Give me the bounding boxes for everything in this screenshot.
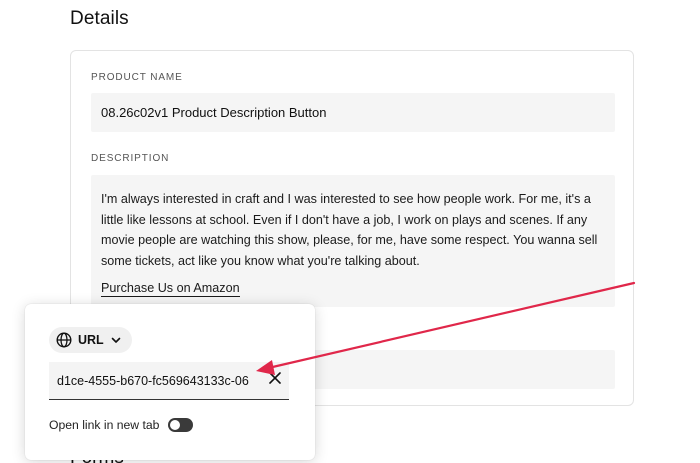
description-text[interactable]: I'm always interested in craft and I was… [101, 189, 605, 271]
chevron-down-icon [110, 334, 122, 346]
toggle-knob [170, 420, 181, 430]
product-name-input[interactable]: 08.26c02v1 Product Description Button [91, 93, 615, 132]
section-title: Details [70, 8, 129, 29]
link-popover: URL Open link in new tab [25, 304, 315, 460]
clear-url-button[interactable] [263, 369, 287, 393]
link-type-label: URL [78, 333, 104, 347]
product-name-label: PRODUCT NAME [91, 72, 183, 83]
product-editor-page: Details PRODUCT NAME 08.26c02v1 Product … [0, 0, 700, 463]
open-new-tab-label: Open link in new tab [49, 418, 160, 432]
open-new-tab-row: Open link in new tab [49, 418, 194, 432]
url-field [49, 362, 289, 400]
globe-icon [56, 332, 72, 348]
description-label: DESCRIPTION [91, 153, 170, 164]
close-icon [268, 371, 282, 390]
open-new-tab-toggle[interactable] [168, 418, 194, 432]
url-input[interactable] [49, 373, 259, 388]
description-link[interactable]: Purchase Us on Amazon [101, 281, 240, 297]
link-type-dropdown[interactable]: URL [49, 327, 132, 353]
description-editor[interactable]: I'm always interested in craft and I was… [91, 175, 615, 307]
